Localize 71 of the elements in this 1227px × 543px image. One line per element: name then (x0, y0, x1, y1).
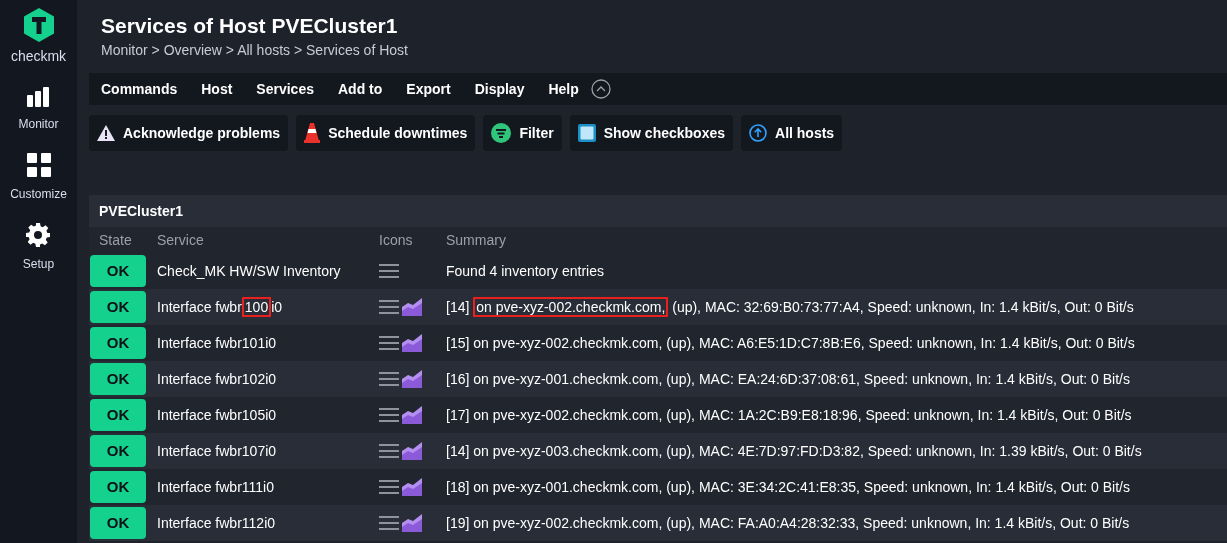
page-title: Services of Host PVECluster1 (101, 14, 399, 38)
menu-icon[interactable] (379, 263, 399, 279)
state-badge: OK (90, 471, 146, 503)
graph-icon[interactable] (402, 442, 422, 460)
service-name[interactable]: Check_MK HW/SW Inventory (157, 260, 379, 282)
service-name[interactable]: Interface fwbr102i0 (157, 368, 379, 390)
graph-icon[interactable] (402, 406, 422, 424)
column-header: Icons (379, 230, 414, 250)
sidebar-item[interactable]: Setup (22, 223, 55, 273)
menu-icon[interactable] (379, 299, 399, 315)
logo-text: checkmk (10, 47, 67, 66)
menu-icon[interactable] (379, 335, 399, 351)
service-name[interactable]: Interface fwbr111i0 (157, 476, 379, 498)
graph-icon[interactable] (402, 514, 422, 532)
summary-text: Found 4 inventory entries (446, 261, 605, 281)
service-name[interactable]: Interface fwbr101i0 (157, 332, 379, 354)
service-name[interactable]: Interface fwbr 100 i0 (157, 296, 379, 318)
graph-icon[interactable] (402, 478, 422, 496)
menu-icon[interactable] (379, 515, 399, 531)
action-button[interactable]: Acknowledge problems (89, 115, 289, 151)
state-badge: OK (90, 255, 146, 287)
menu-icon[interactable] (379, 407, 399, 423)
state-badge: OK (90, 435, 146, 467)
state-badge: OK (90, 507, 146, 539)
menu-item[interactable]: Host (201, 78, 233, 100)
service-name[interactable]: Interface fwbr112i0 (157, 512, 379, 534)
action-button[interactable]: Filter (483, 115, 562, 151)
menu-item[interactable]: Services (256, 78, 314, 100)
summary-text: [18] on pve-xyz-001.checkmk.com, (up), MAC: 3E:34:2C:41:E8:35, Speed: unknown, In: 1.4 kBit/s, Out: 0 Bit/s (446, 477, 1131, 497)
column-header: State (98, 230, 133, 250)
bar-chart-icon (26, 87, 51, 107)
settings-icon (26, 223, 51, 247)
summary-text: [14] on pve-xyz-003.checkmk.com, (up), MAC: 4E:7D:97:FD:D3:82, Speed: unknown, In: 1.39 kBit/s, Out: 0 Bit/s (446, 441, 1143, 461)
action-button[interactable]: Schedule downtimes (296, 115, 476, 151)
logo-icon (23, 8, 54, 42)
graph-icon[interactable] (402, 298, 422, 316)
menu-item[interactable]: Display (474, 78, 525, 100)
column-header: Summary (446, 230, 507, 250)
breadcrumb: Monitor > Overview > All hosts > Services of Host (101, 41, 409, 60)
action-button[interactable]: Show checkboxes (569, 115, 734, 151)
graph-icon[interactable] (402, 370, 422, 388)
state-badge: OK (90, 399, 146, 431)
checkbox-icon (577, 124, 596, 142)
menu-item[interactable]: Export (406, 78, 451, 100)
menu-item[interactable]: Add to (337, 78, 383, 100)
collapse-icon[interactable] (590, 79, 611, 99)
service-name[interactable]: Interface fwbr105i0 (157, 404, 379, 426)
menu-item[interactable]: Help (548, 78, 579, 100)
summary-text: [19] on pve-xyz-002.checkmk.com, (up), MAC: FA:A0:A4:28:32:33, Speed: unknown, In: 1.4 kBit/s, Out: 0 Bit/s (446, 513, 1131, 533)
graph-icon[interactable] (402, 334, 422, 352)
state-badge: OK (90, 291, 146, 323)
host-header: PVECluster1 (89, 195, 1227, 227)
menu-icon[interactable] (379, 371, 399, 387)
menu-icon[interactable] (379, 443, 399, 459)
summary-text: [16] on pve-xyz-001.checkmk.com, (up), MAC: EA:24:6D:37:08:61, Speed: unknown, In: 1.4 kBit/s, Out: 0 Bit/s (446, 369, 1131, 389)
service-name[interactable]: Interface fwbr107i0 (157, 440, 379, 462)
sidebar-item[interactable]: Monitor (18, 87, 59, 133)
summary-text: [14] on pve-xyz-002.checkmk.com, (up), MAC: 32:69:B0:73:77:A4, Speed: unknown, In: 1.4 kBit/s, Out: 0 Bit/s (446, 296, 1135, 318)
summary-text: [15] on pve-xyz-002.checkmk.com, (up), MAC: A6:E5:1D:C7:8B:E6, Speed: unknown, In: 1.4 kBit/s, Out: 0 Bit/s (446, 333, 1136, 353)
column-header: Service (157, 230, 205, 250)
filter-icon (491, 123, 512, 143)
menu-item[interactable]: Commands (101, 78, 178, 100)
summary-text: [17] on pve-xyz-002.checkmk.com, (up), MAC: 1A:2C:B9:E8:18:96, Speed: unknown, In: 1.4 kBit/s, Out: 0 Bit/s (446, 405, 1133, 425)
warning-icon (97, 125, 115, 141)
menu-icon[interactable] (379, 479, 399, 495)
action-button[interactable]: All hosts (741, 115, 843, 151)
sidebar-item[interactable]: Customize (10, 153, 67, 203)
grid-icon (26, 153, 51, 177)
traffic-cone-icon (304, 123, 321, 143)
state-badge: OK (90, 327, 146, 359)
state-badge: OK (90, 363, 146, 395)
